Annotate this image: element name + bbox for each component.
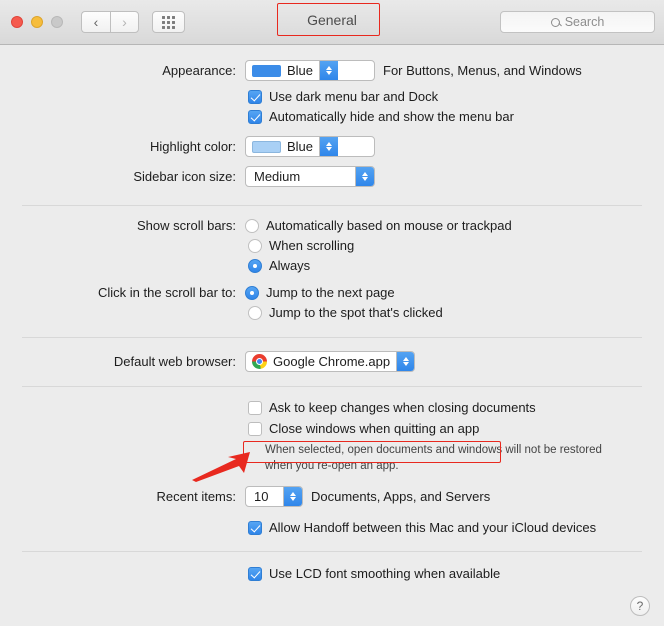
divider-2 xyxy=(22,337,642,338)
scroll-bars-radio-scrolling[interactable] xyxy=(248,238,262,253)
dark-menubar-label: Use dark menu bar and Dock xyxy=(269,89,439,104)
highlight-color-label: Highlight color: xyxy=(150,139,236,154)
lcd-font-smoothing-checkbox[interactable] xyxy=(248,566,262,581)
scroll-click-radio-spot[interactable] xyxy=(248,305,262,320)
highlight-color-swatch xyxy=(252,140,281,153)
recent-items-stepper-icon[interactable] xyxy=(283,487,302,507)
dark-menubar-checkbox[interactable] xyxy=(248,89,262,104)
close-windows-quitting-row[interactable]: Close windows when quitting an app xyxy=(0,421,664,436)
search-field[interactable]: Search xyxy=(500,11,655,33)
scroll-bars-label-auto: Automatically based on mouse or trackpad xyxy=(266,218,512,233)
highlight-color-stepper-icon[interactable] xyxy=(319,137,339,156)
default-browser-popup[interactable]: Google Chrome.app xyxy=(245,351,415,372)
scroll-bars-option-scrolling[interactable]: When scrolling xyxy=(0,238,664,253)
close-windows-quitting-checkbox[interactable] xyxy=(248,421,262,436)
scroll-bars-radio-auto[interactable] xyxy=(245,218,259,233)
scroll-click-radio-next-page[interactable] xyxy=(245,285,259,300)
scroll-bars-option-auto[interactable]: Automatically based on mouse or trackpad xyxy=(245,218,512,233)
default-browser-stepper-icon[interactable] xyxy=(396,352,414,371)
appearance-hint: For Buttons, Menus, and Windows xyxy=(383,63,582,78)
chevron-right-icon: › xyxy=(122,14,127,30)
system-preferences-window: ‹ › General Search Appearance: Blue For … xyxy=(0,0,664,626)
autohide-menubar-checkbox[interactable] xyxy=(248,109,262,124)
window-toolbar: ‹ › General Search xyxy=(0,0,664,45)
sidebar-icon-size-value: Medium xyxy=(254,169,301,184)
autohide-menubar-label: Automatically hide and show the menu bar xyxy=(269,109,514,124)
recent-items-popup[interactable]: 10 xyxy=(245,486,303,508)
close-windows-quitting-label: Close windows when quitting an app xyxy=(269,421,480,436)
close-windows-description-line1: When selected, open documents and window… xyxy=(265,444,602,456)
minimize-button[interactable] xyxy=(31,16,43,28)
appearance-label: Appearance: xyxy=(162,63,236,78)
scroll-click-label-next-page: Jump to the next page xyxy=(266,285,395,300)
scroll-bars-option-always[interactable]: Always xyxy=(0,258,664,273)
autohide-menubar-row[interactable]: Automatically hide and show the menu bar xyxy=(0,109,664,124)
divider-3 xyxy=(22,386,642,387)
sidebar-icon-size-popup[interactable]: Medium xyxy=(245,166,375,187)
default-browser-label: Default web browser: xyxy=(113,354,236,369)
appearance-row: Appearance: Blue For Buttons, Menus, and… xyxy=(0,60,664,81)
question-mark-icon: ? xyxy=(636,599,644,613)
help-button[interactable]: ? xyxy=(630,596,650,616)
grid-icon xyxy=(162,15,175,29)
chrome-icon xyxy=(252,354,267,369)
default-browser-value: Google Chrome.app xyxy=(273,354,391,369)
sidebar-icon-size-stepper-icon[interactable] xyxy=(355,167,374,186)
divider-4 xyxy=(22,551,642,553)
close-windows-description-line2: when you re-open an app. xyxy=(265,459,399,472)
forward-button[interactable]: › xyxy=(110,11,139,33)
show-all-button[interactable] xyxy=(152,11,185,33)
handoff-row[interactable]: Allow Handoff between this Mac and your … xyxy=(0,520,664,535)
highlight-color-value: Blue xyxy=(287,139,314,154)
scroll-bars-radio-always[interactable] xyxy=(248,258,262,273)
appearance-popup[interactable]: Blue xyxy=(245,60,375,81)
recent-items-row: Recent items: 10 Documents, Apps, and Se… xyxy=(0,486,664,508)
sidebar-icon-size-label: Sidebar icon size: xyxy=(133,169,236,184)
handoff-checkbox[interactable] xyxy=(248,520,262,535)
close-windows-description: When selected, open documents and window… xyxy=(0,443,664,474)
scroll-bars-label-scrolling: When scrolling xyxy=(269,238,355,253)
appearance-stepper-icon[interactable] xyxy=(319,61,339,80)
scroll-click-label: Click in the scroll bar to: xyxy=(98,285,236,300)
ask-keep-changes-label: Ask to keep changes when closing documen… xyxy=(269,400,536,415)
scroll-click-row: Click in the scroll bar to: Jump to the … xyxy=(0,285,664,300)
dark-menubar-row[interactable]: Use dark menu bar and Dock xyxy=(0,89,664,104)
highlight-color-row: Highlight color: Blue xyxy=(0,136,664,157)
close-button[interactable] xyxy=(11,16,23,28)
chevron-left-icon: ‹ xyxy=(93,14,99,30)
search-icon xyxy=(550,17,560,27)
sidebar-icon-size-row: Sidebar icon size: Medium xyxy=(0,166,664,187)
zoom-button[interactable] xyxy=(51,16,63,28)
default-browser-row: Default web browser: Google Chrome.app xyxy=(0,351,664,372)
recent-items-hint: Documents, Apps, and Servers xyxy=(311,489,491,505)
scroll-click-option-next-page[interactable]: Jump to the next page xyxy=(245,285,395,300)
divider-1 xyxy=(22,205,642,206)
preferences-content: Appearance: Blue For Buttons, Menus, and… xyxy=(0,60,664,581)
recent-items-value: 10 xyxy=(254,489,269,505)
appearance-color-swatch xyxy=(252,64,281,77)
highlight-color-popup[interactable]: Blue xyxy=(245,136,375,157)
ask-keep-changes-checkbox[interactable] xyxy=(248,400,262,415)
scroll-click-option-spot[interactable]: Jump to the spot that's clicked xyxy=(0,305,664,320)
lcd-font-smoothing-row[interactable]: Use LCD font smoothing when available xyxy=(0,566,664,581)
lcd-font-smoothing-label: Use LCD font smoothing when available xyxy=(269,566,501,582)
scroll-click-label-spot: Jump to the spot that's clicked xyxy=(269,305,443,320)
recent-items-label: Recent items: xyxy=(156,489,236,505)
handoff-label: Allow Handoff between this Mac and your … xyxy=(269,520,597,536)
ask-keep-changes-row[interactable]: Ask to keep changes when closing documen… xyxy=(0,400,664,415)
show-scroll-bars-label: Show scroll bars: xyxy=(137,218,236,233)
appearance-value: Blue xyxy=(287,63,314,78)
search-placeholder: Search xyxy=(564,15,605,29)
scroll-bars-label-always: Always xyxy=(269,258,311,273)
navigation-button-group: ‹ › xyxy=(81,11,139,33)
traffic-light-group xyxy=(11,16,63,28)
show-scroll-bars-row: Show scroll bars: Automatically based on… xyxy=(0,218,664,233)
back-button[interactable]: ‹ xyxy=(81,11,110,33)
annotation-box-title xyxy=(277,3,380,36)
